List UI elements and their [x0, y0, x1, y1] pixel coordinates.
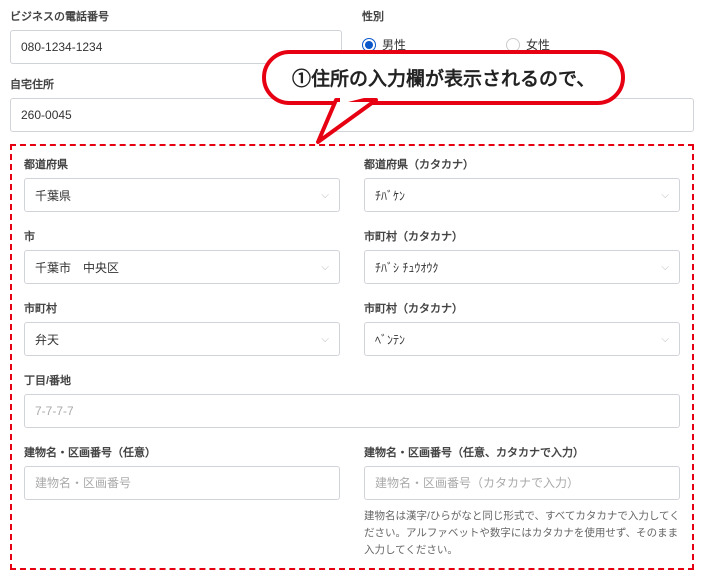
town-select[interactable]: 弁天 ⌵ — [24, 322, 340, 356]
building-kana-hint: 建物名は漢字/ひらがなと同じ形式で、すべてカタカナで入力してください。アルファベ… — [364, 508, 680, 558]
prefecture-select[interactable]: 千葉県 ⌵ — [24, 178, 340, 212]
building-kana-label: 建物名・区画番号（任意、カタカナで入力） — [364, 444, 680, 460]
town-kana-value: ﾍﾞﾝﾃﾝ — [375, 331, 405, 348]
city-select[interactable]: 千葉市 中央区 ⌵ — [24, 250, 340, 284]
chome-input[interactable] — [24, 394, 680, 428]
city-kana-value: ﾁﾊﾞｼ ﾁｭｳｵｳｸ — [375, 259, 438, 276]
annotation-callout: ①住所の入力欄が表示されるので、 — [262, 50, 625, 105]
city-kana-label: 市町村（カタカナ） — [364, 228, 680, 244]
chome-label: 丁目/番地 — [24, 372, 680, 388]
gender-label: 性別 — [362, 8, 694, 24]
building-label: 建物名・区画番号（任意） — [24, 444, 340, 460]
building-kana-input[interactable] — [364, 466, 680, 500]
prefecture-value: 千葉県 — [35, 187, 71, 204]
chevron-down-icon: ⌵ — [321, 190, 329, 201]
city-kana-select[interactable]: ﾁﾊﾞｼ ﾁｭｳｵｳｸ ⌵ — [364, 250, 680, 284]
chevron-down-icon: ⌵ — [321, 334, 329, 345]
town-kana-select[interactable]: ﾍﾞﾝﾃﾝ ⌵ — [364, 322, 680, 356]
prefecture-kana-value: ﾁﾊﾞｹﾝ — [375, 187, 405, 204]
town-kana-label: 市町村（カタカナ） — [364, 300, 680, 316]
chevron-down-icon: ⌵ — [661, 190, 669, 201]
prefecture-label: 都道府県 — [24, 156, 340, 172]
city-value: 千葉市 中央区 — [35, 259, 119, 276]
chevron-down-icon: ⌵ — [661, 262, 669, 273]
address-fields-frame: 都道府県 千葉県 ⌵ 都道府県（カタカナ） ﾁﾊﾞｹﾝ ⌵ 市 千葉市 中央区 … — [10, 144, 694, 570]
town-label: 市町村 — [24, 300, 340, 316]
chevron-down-icon: ⌵ — [661, 334, 669, 345]
building-input[interactable] — [24, 466, 340, 500]
town-value: 弁天 — [35, 331, 59, 348]
prefecture-kana-label: 都道府県（カタカナ） — [364, 156, 680, 172]
prefecture-kana-select[interactable]: ﾁﾊﾞｹﾝ ⌵ — [364, 178, 680, 212]
chevron-down-icon: ⌵ — [321, 262, 329, 273]
phone-label: ビジネスの電話番号 — [10, 8, 342, 24]
callout-tail-icon — [316, 92, 386, 152]
city-label: 市 — [24, 228, 340, 244]
